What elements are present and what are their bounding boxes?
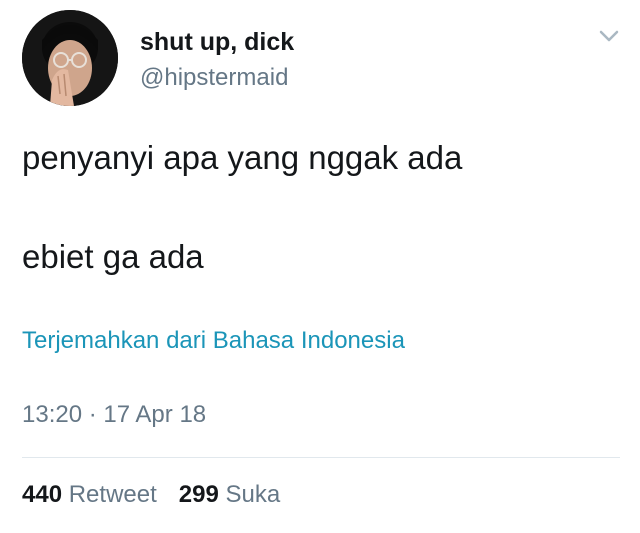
tweet-card: shut up, dick @hipstermaid penyanyi apa … [0,0,640,533]
retweet-count-link[interactable]: 440 Retweet [22,481,157,509]
retweet-label: Retweet [68,481,157,508]
user-avatar-photo-icon [22,10,118,106]
translate-link[interactable]: Terjemahkan dari Bahasa Indonesia [22,327,405,355]
like-count-link[interactable]: 299 Suka [179,481,280,509]
display-name[interactable]: shut up, dick [140,28,294,57]
retweet-count: 440 [22,481,63,508]
tweet-stats: 440 Retweet 299 Suka [22,481,280,509]
tweet-timestamp[interactable]: 13:20 · 17 Apr 18 [22,401,206,429]
chevron-down-icon[interactable] [598,28,620,44]
tweet-text-line: ebiet ga ada [22,238,204,275]
divider [22,457,620,458]
like-count: 299 [178,481,219,508]
avatar[interactable] [22,10,118,106]
tweet-text-line: penyanyi apa yang nggak ada [22,139,463,176]
like-label: Suka [225,481,281,508]
user-handle[interactable]: @hipstermaid [140,64,288,92]
